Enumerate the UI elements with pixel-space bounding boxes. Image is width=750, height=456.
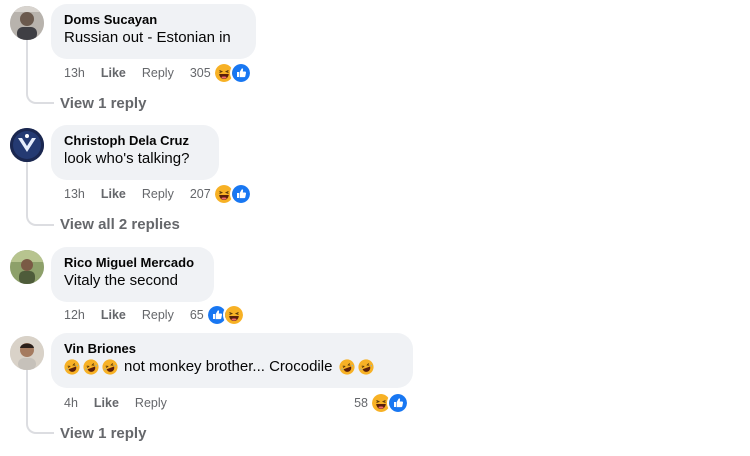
avatar[interactable] (10, 128, 44, 162)
reaction-count[interactable]: 58 (354, 396, 368, 410)
rofl-emoji-icon (358, 359, 374, 375)
avatar[interactable] (10, 250, 44, 284)
reaction-icons[interactable] (370, 392, 409, 414)
view-replies-link[interactable]: View all 2 replies (60, 216, 180, 233)
thread-connector (26, 162, 54, 226)
comment-thread: Doms Sucayan Russian out - Estonian in 1… (0, 0, 750, 456)
reply-button[interactable]: Reply (135, 396, 167, 410)
like-button[interactable]: Like (94, 396, 119, 410)
comment-actions: 13h Like Reply 305 (64, 62, 252, 84)
rofl-emoji-icon (64, 359, 80, 375)
reply-button[interactable]: Reply (142, 187, 174, 201)
like-button[interactable]: Like (101, 187, 126, 201)
view-replies-link[interactable]: View 1 reply (60, 95, 146, 112)
comment-text-content: Russian out - Estonian in (64, 29, 231, 46)
comment-bubble: Vin Briones not monkey brother... Crocod… (51, 333, 413, 388)
reaction-icons[interactable] (205, 304, 245, 326)
like-reaction-icon (229, 183, 252, 205)
comment-actions: 4h Like Reply 58 (64, 392, 409, 414)
comment-bubble: Rico Miguel Mercado Vitaly the second (51, 247, 214, 302)
timestamp[interactable]: 13h (64, 187, 85, 201)
reaction-icons[interactable] (212, 183, 252, 205)
haha-reaction-icon (222, 304, 245, 326)
avatar[interactable] (10, 6, 44, 40)
comment-text: not monkey brother... Crocodile (64, 357, 401, 376)
reaction-count[interactable]: 207 (190, 187, 211, 201)
timestamp[interactable]: 4h (64, 396, 78, 410)
comment-text: Russian out - Estonian in (64, 28, 244, 47)
comment-text-content: Vitaly the second (64, 272, 178, 289)
comment-author[interactable]: Christoph Dela Cruz (64, 132, 207, 149)
thread-connector (26, 370, 54, 434)
view-replies-link[interactable]: View 1 reply (60, 425, 146, 442)
reaction-count[interactable]: 65 (190, 308, 204, 322)
comment-author[interactable]: Rico Miguel Mercado (64, 254, 202, 271)
reply-button[interactable]: Reply (142, 66, 174, 80)
reaction-count[interactable]: 305 (190, 66, 211, 80)
like-reaction-icon (387, 392, 409, 414)
comment-text-content: not monkey brother... Crocodile (124, 358, 333, 375)
rofl-emoji-icon (102, 359, 118, 375)
comment-bubble: Christoph Dela Cruz look who's talking? (51, 125, 219, 180)
thread-connector (26, 40, 54, 104)
comment-text-content: look who's talking? (64, 150, 190, 167)
like-button[interactable]: Like (101, 308, 126, 322)
like-reaction-icon (229, 62, 252, 84)
timestamp[interactable]: 12h (64, 308, 85, 322)
rofl-emoji-icon (339, 359, 355, 375)
reply-button[interactable]: Reply (142, 308, 174, 322)
comment-author[interactable]: Doms Sucayan (64, 11, 244, 28)
timestamp[interactable]: 13h (64, 66, 85, 80)
reaction-icons[interactable] (212, 62, 252, 84)
rofl-emoji-icon (83, 359, 99, 375)
avatar[interactable] (10, 336, 44, 370)
comment-author[interactable]: Vin Briones (64, 340, 401, 357)
comment-text: look who's talking? (64, 149, 207, 168)
comment-actions: 12h Like Reply 65 (64, 304, 245, 326)
comment-bubble: Doms Sucayan Russian out - Estonian in (51, 4, 256, 59)
comment-actions: 13h Like Reply 207 (64, 183, 252, 205)
comment-text: Vitaly the second (64, 271, 202, 290)
like-button[interactable]: Like (101, 66, 126, 80)
